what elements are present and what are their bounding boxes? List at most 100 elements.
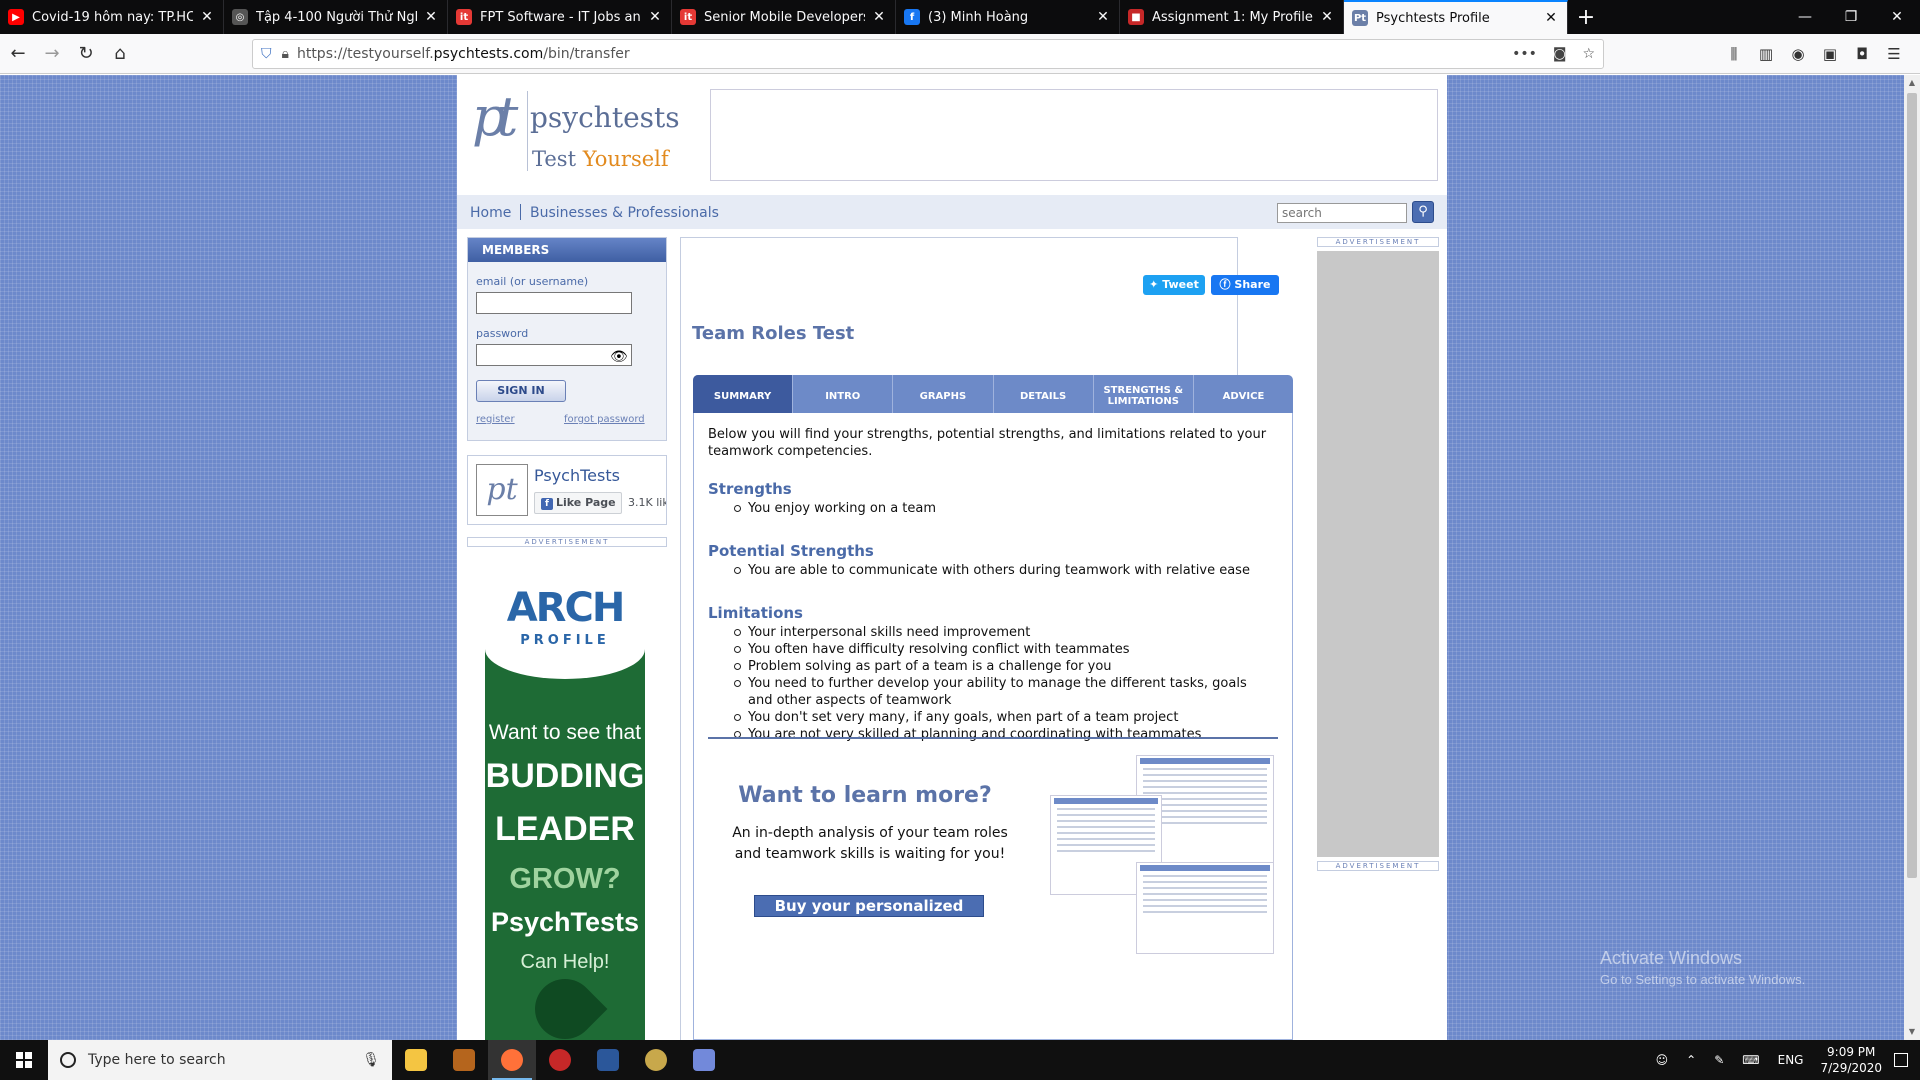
scroll-down-icon[interactable]: ▼ <box>1904 1024 1920 1040</box>
people-icon[interactable]: ☺ <box>1656 1053 1669 1067</box>
browser-tab-strip: ▶ Covid-19 hôm nay: TP.HCM, Hà ✕ ◎ Tập 4-100… <box>0 0 1920 34</box>
toolbar-right: ⫼ ▥ ◉ ▣ ◘ ☰ <box>1718 38 1910 70</box>
browser-tab[interactable]: f (3) Minh Hoàng ✕ <box>896 0 1120 34</box>
close-tab-icon[interactable]: ✕ <box>1095 9 1111 25</box>
extension-icon-2[interactable]: ◘ <box>1846 38 1878 70</box>
tab-favicon-icon: it <box>456 9 472 25</box>
tweet-button[interactable]: ✦ Tweet <box>1143 275 1205 295</box>
browser-tab[interactable]: ▶ Covid-19 hôm nay: TP.HCM, Hà ✕ <box>0 0 224 34</box>
facebook-like-button[interactable]: f Like Page <box>534 492 622 514</box>
sign-in-button[interactable]: SIGN IN <box>476 380 566 402</box>
site-menu-bar: Home Businesses & Professionals ⚲ <box>457 195 1447 229</box>
browser-tab[interactable]: Pt Psychtests Profile ✕ <box>1344 0 1568 34</box>
tab-strengths-limitations[interactable]: STRENGTHS & LIMITATIONS <box>1094 375 1194 413</box>
result-tabs: SUMMARY INTRO GRAPHS DETAILS STRENGTHS & LIM… <box>693 375 1293 413</box>
url-text[interactable]: https://testyourself.psychtests.com/bin/… <box>297 46 1496 62</box>
extension-icon[interactable]: ▣ <box>1814 38 1846 70</box>
password-field[interactable] <box>476 344 632 366</box>
restore-icon[interactable]: ❐ <box>1828 0 1874 34</box>
taskbar-search-box[interactable]: Type here to search 🎙︎ <box>48 1040 392 1080</box>
page-scrollbar[interactable]: ▲ ▼ <box>1904 75 1920 1040</box>
arch-ad-line: Want to see that <box>488 721 642 744</box>
tab-advice[interactable]: ADVICE <box>1194 375 1293 413</box>
discord-icon[interactable] <box>680 1040 728 1080</box>
forward-icon[interactable]: → <box>36 38 68 70</box>
pocket-icon[interactable]: ◙ <box>1553 46 1567 62</box>
browser-tab[interactable]: it FPT Software - IT Jobs and Con ✕ <box>448 0 672 34</box>
site-search-input[interactable] <box>1277 203 1407 223</box>
close-tab-icon[interactable]: ✕ <box>871 9 887 25</box>
word-icon[interactable] <box>584 1040 632 1080</box>
arch-ad-line: GROW? <box>509 863 621 895</box>
url-bar[interactable]: ⛉ 🔒︎ https://testyourself.psychtests.com… <box>252 39 1604 69</box>
close-tab-icon[interactable]: ✕ <box>423 9 439 25</box>
tab-title: FPT Software - IT Jobs and Con <box>480 9 641 25</box>
section-divider <box>708 737 1278 739</box>
tab-details[interactable]: DETAILS <box>994 375 1094 413</box>
account-icon[interactable]: ◉ <box>1782 38 1814 70</box>
summary-intro: Below you will find your strengths, pote… <box>708 427 1267 459</box>
tracking-shield-icon[interactable]: ⛉ <box>261 46 272 62</box>
close-tab-icon[interactable]: ✕ <box>647 9 663 25</box>
system-tray: ☺ ⌃ ✎ ⌨ ENG 9:09 PM 7/29/2020 <box>1647 1040 1920 1080</box>
file-explorer-icon[interactable] <box>392 1040 440 1080</box>
language-indicator[interactable]: ENG <box>1778 1053 1804 1067</box>
browser-tab[interactable]: ■ Assignment 1: My Profile ✕ <box>1120 0 1344 34</box>
home-icon[interactable]: ⌂ <box>104 38 136 70</box>
league-icon[interactable] <box>632 1040 680 1080</box>
clock[interactable]: 9:09 PM 7/29/2020 <box>1820 1044 1882 1076</box>
tab-graphs[interactable]: GRAPHS <box>893 375 994 413</box>
buy-report-button[interactable]: Buy your personalized report <box>754 895 984 935</box>
psychtests-logo[interactable]: pt psychtests Test Yourself <box>472 85 680 175</box>
arch-ad-line: LEADER <box>495 810 635 848</box>
reload-icon[interactable]: ↻ <box>70 38 102 70</box>
tab-intro[interactable]: INTRO <box>793 375 894 413</box>
facebook-share-button[interactable]: ⓕ Share <box>1211 275 1279 295</box>
logo-name: psychtests <box>530 101 680 134</box>
app-icon-red[interactable] <box>536 1040 584 1080</box>
close-tab-icon[interactable]: ✕ <box>199 9 215 25</box>
list-item: You enjoy working on a team <box>734 500 1268 517</box>
email-field[interactable] <box>476 292 632 314</box>
menu-home-link[interactable]: Home <box>470 205 511 221</box>
sidebar-icon[interactable]: ▥ <box>1750 38 1782 70</box>
new-tab-button[interactable]: + <box>1568 0 1604 34</box>
close-tab-icon[interactable]: ✕ <box>1543 10 1559 26</box>
library-icon[interactable]: ⫼ <box>1718 38 1750 70</box>
scroll-up-icon[interactable]: ▲ <box>1904 75 1920 91</box>
forgot-password-link[interactable]: forgot password <box>564 414 645 425</box>
magnifier-icon[interactable]: ⚲ <box>1412 201 1434 223</box>
lock-icon[interactable]: 🔒︎ <box>282 46 289 62</box>
tab-title: Senior Mobile Developers (iOS, <box>704 9 865 25</box>
pen-icon[interactable]: ✎ <box>1714 1053 1724 1067</box>
register-link[interactable]: register <box>476 414 515 425</box>
bookmark-star-icon[interactable]: ☆ <box>1582 46 1595 62</box>
arch-profile-ad[interactable]: ARCH PROFILE Want to see that BUDDING LE… <box>485 559 645 1040</box>
email-label: email (or username) <box>476 275 589 288</box>
keyboard-icon[interactable]: ⌨ <box>1742 1053 1759 1067</box>
tab-summary[interactable]: SUMMARY <box>693 375 794 413</box>
firefox-icon[interactable] <box>488 1040 536 1080</box>
menu-icon[interactable]: ☰ <box>1878 38 1910 70</box>
show-hidden-icons-icon[interactable]: ⌃ <box>1686 1053 1696 1067</box>
scrollbar-thumb[interactable] <box>1907 93 1917 878</box>
minimize-icon[interactable]: — <box>1782 0 1828 34</box>
show-password-eye-icon[interactable]: 👁︎ <box>610 349 628 365</box>
browser-tab[interactable]: it Senior Mobile Developers (iOS, ✕ <box>672 0 896 34</box>
list-item: You are able to communicate with others … <box>734 562 1268 579</box>
browser-tab[interactable]: ◎ Tập 4-100 Người Thử Nghiệm ✕ <box>224 0 448 34</box>
facebook-page-name[interactable]: PsychTests <box>534 466 620 485</box>
close-tab-icon[interactable]: ✕ <box>1319 9 1335 25</box>
back-icon[interactable]: ← <box>2 38 34 70</box>
close-window-icon[interactable]: ✕ <box>1874 0 1920 34</box>
menu-business-link[interactable]: Businesses & Professionals <box>530 205 719 221</box>
page-actions-icon[interactable]: ••• <box>1512 46 1537 62</box>
app-icon[interactable] <box>440 1040 488 1080</box>
facebook-page-avatar[interactable]: pt <box>476 464 528 516</box>
microphone-icon[interactable]: 🎙︎ <box>362 1052 380 1068</box>
summary-panel: Below you will find your strengths, pote… <box>693 413 1293 1040</box>
top-ad-slot <box>710 89 1438 181</box>
start-button[interactable] <box>0 1040 48 1080</box>
notification-icon[interactable] <box>1894 1053 1908 1067</box>
list-item: You are not very skilled at planning and… <box>734 726 1268 743</box>
